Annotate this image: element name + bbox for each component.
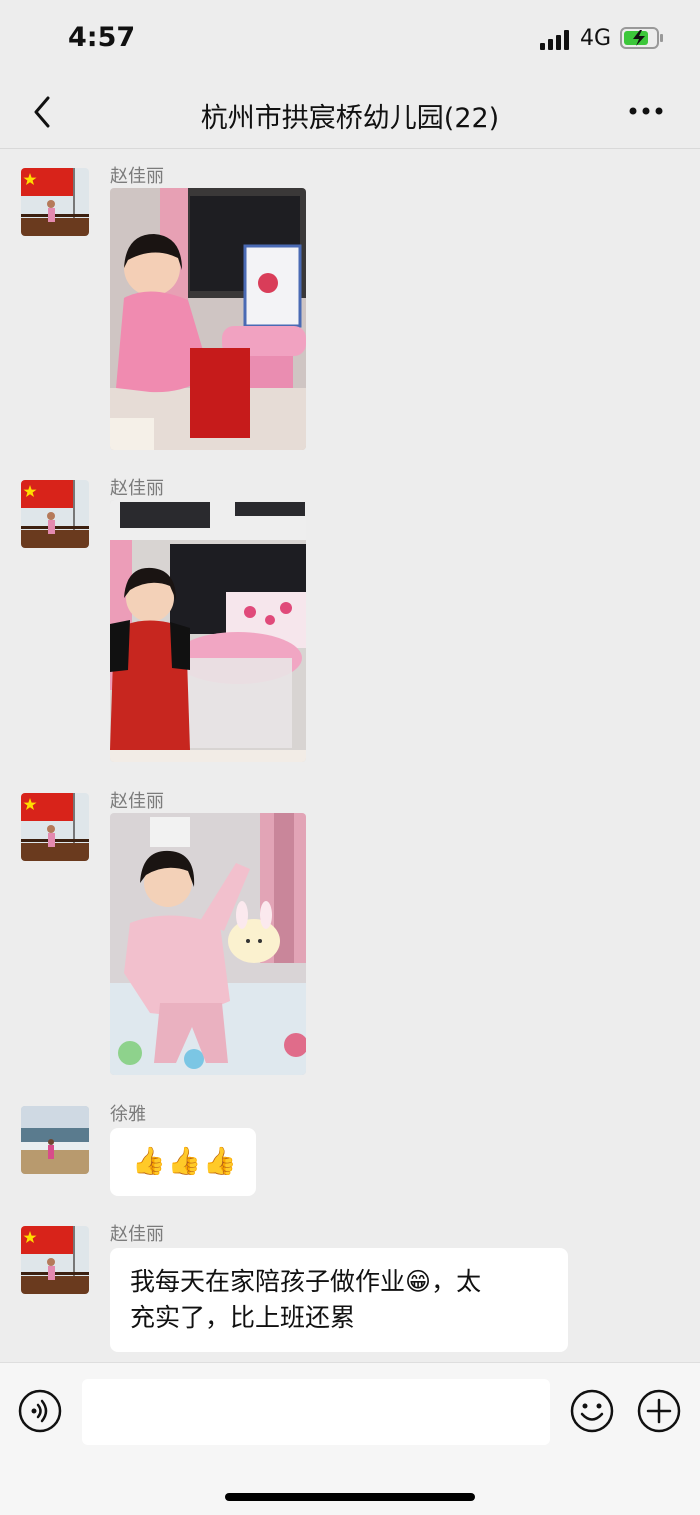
chat-photo[interactable] [110, 813, 306, 1075]
chat-title: 杭州市拱宸桥幼儿园(22) [200, 103, 500, 134]
chat-photo[interactable] [110, 500, 306, 762]
signal-icon [540, 30, 569, 50]
sender-name: 徐雅 [110, 1104, 146, 1125]
avatar[interactable] [21, 793, 89, 861]
message-text-line: 充实了，比上班还累 [130, 1303, 356, 1332]
home-indicator [225, 1493, 475, 1501]
message-bubble[interactable]: 👍👍👍 [110, 1128, 256, 1196]
sender-name: 赵佳丽 [110, 1224, 164, 1245]
sender-name: 赵佳丽 [110, 166, 164, 187]
sender-name: 赵佳丽 [110, 791, 164, 812]
chat-photo[interactable] [110, 188, 306, 450]
status-bar: 4:57 4G [0, 0, 700, 76]
status-time: 4:57 [68, 22, 136, 53]
avatar[interactable] [21, 168, 89, 236]
message-bubble[interactable]: 我每天在家陪孩子做作业😁，太 充实了，比上班还累 [110, 1248, 568, 1352]
emoji-icon[interactable] [570, 1389, 614, 1433]
input-bar [0, 1362, 700, 1515]
avatar[interactable] [21, 1106, 89, 1174]
battery-charging-icon [620, 27, 663, 49]
more-icon[interactable] [628, 106, 664, 116]
avatar[interactable] [21, 1226, 89, 1294]
sender-name: 赵佳丽 [110, 478, 164, 499]
message-text-line: 我每天在家陪孩子做作业😁，太 [130, 1267, 482, 1296]
thumbs-up-emoji: 👍👍👍 [132, 1146, 239, 1177]
message-input[interactable] [82, 1379, 550, 1445]
avatar[interactable] [21, 480, 89, 548]
voice-input-icon[interactable] [18, 1389, 62, 1433]
chat-header: 杭州市拱宸桥幼儿园(22) [0, 76, 700, 149]
add-icon[interactable] [637, 1389, 681, 1433]
network-type: 4G [580, 26, 612, 51]
